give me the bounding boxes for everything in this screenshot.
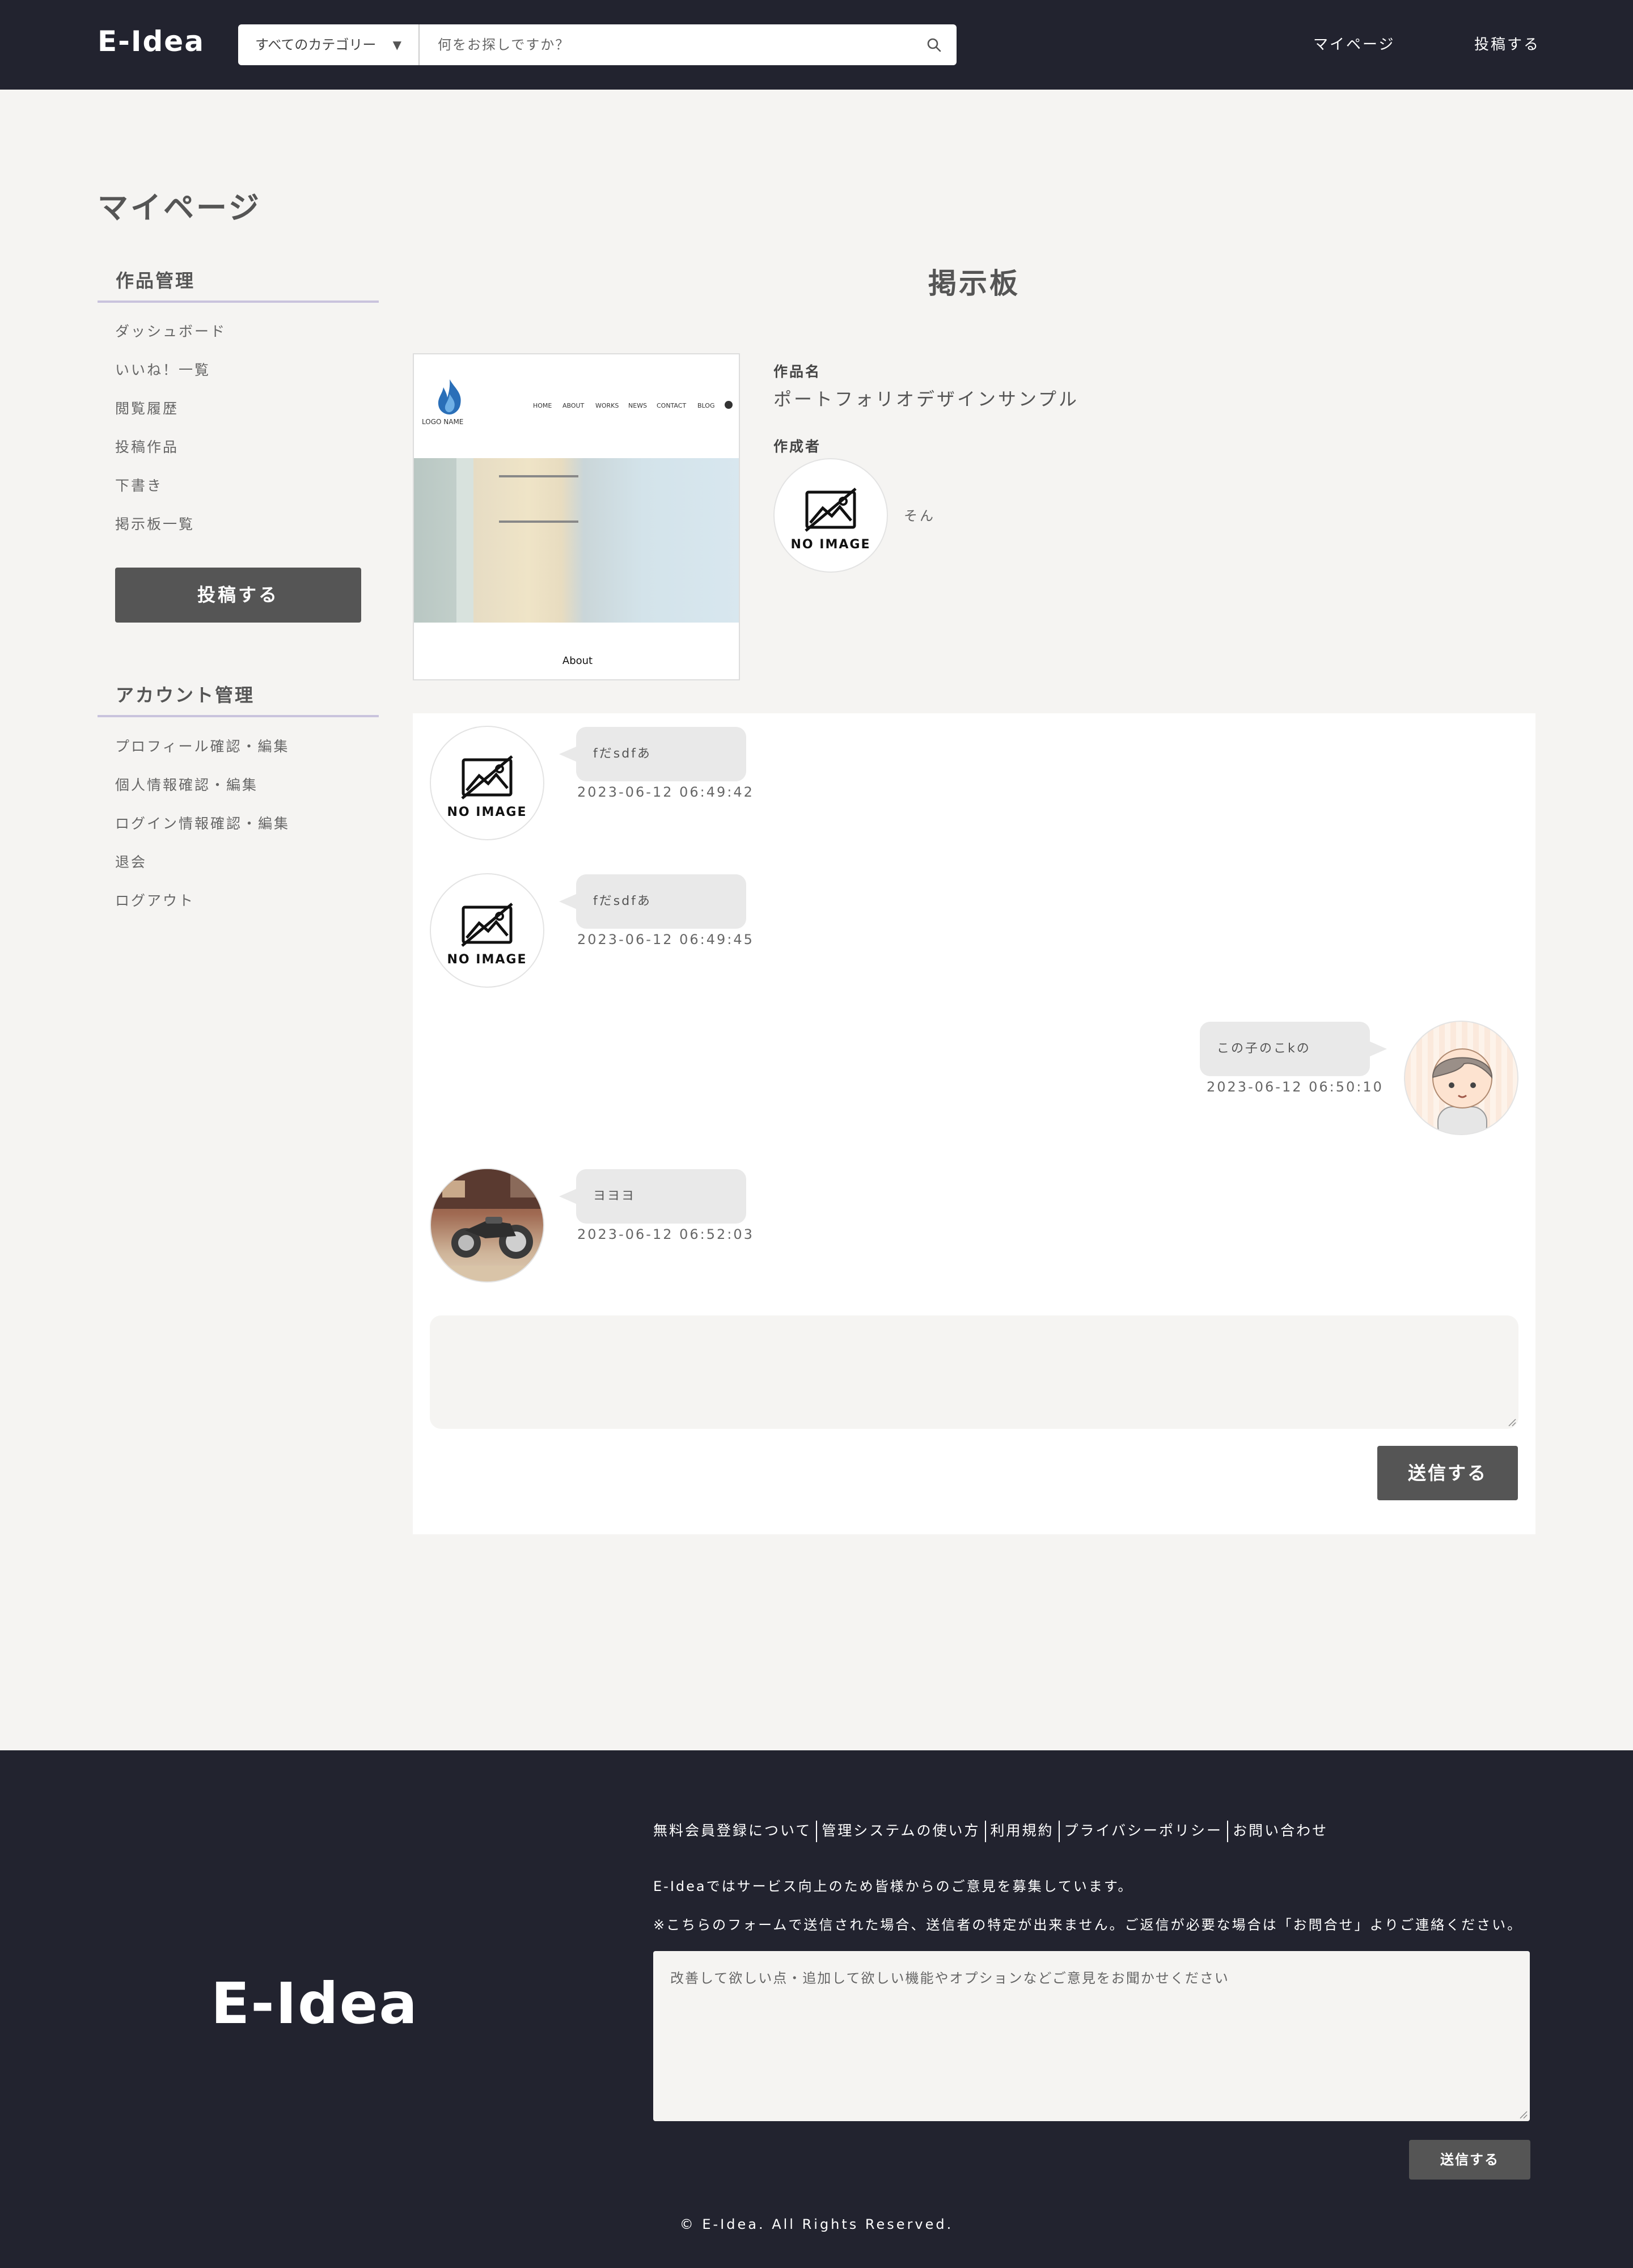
nav-post[interactable]: 投稿する [1474,33,1540,54]
no-image-icon [461,755,513,799]
message-avatar-cartoon[interactable] [1404,1021,1518,1135]
message-avatar[interactable]: NO IMAGE [430,726,544,840]
sidebar-post-button[interactable]: 投稿する [115,568,361,623]
thumbnail-circle-icon [725,401,733,409]
footer-note: E-Ideaではサービス向上のため皆様からのご意見を募集しています。 [653,1878,1133,1894]
sidebar-item-history[interactable]: 閲覧履歴 [115,397,179,418]
sidebar-heading-works: 作品管理 [98,266,379,303]
resize-handle-icon[interactable] [1507,1417,1516,1427]
sidebar-item-drafts[interactable]: 下書き [115,475,163,495]
send-message-button[interactable]: 送信する [1377,1446,1518,1500]
search-icon[interactable] [926,37,942,53]
chat-panel: NO IMAGE fだsdfあ 2023-06-12 06:49:42 NO I… [413,713,1535,1534]
sidebar-item-dashboard[interactable]: ダッシュボード [115,320,226,341]
footer-link-signup[interactable]: 無料会員登録について [653,1822,811,1839]
thumbnail-photo [414,458,739,623]
copyright: © E-Idea. All Rights Reserved. [679,2216,954,2232]
message-bubble: fだsdfあ [559,874,746,929]
message-bubble: ヨヨヨ [559,1169,746,1224]
no-image-icon [461,903,513,947]
sidebar-item-logout[interactable]: ログアウト [115,890,194,910]
footer-link-contact[interactable]: お問い合わせ [1233,1822,1328,1839]
footer-logo[interactable]: E-Idea [211,1970,418,2037]
flame-logo-icon [438,379,461,414]
resize-handle-icon[interactable] [1518,2110,1528,2119]
creator-label: 作成者 [773,438,822,455]
feedback-input[interactable]: 改善して欲しい点・追加して欲しい機能やオプションなどご意見をお聞かせください [653,1951,1530,2121]
footer-link-guide[interactable]: 管理システムの使い方 [822,1822,980,1839]
no-image-text: NO IMAGE [790,538,871,552]
site-logo[interactable]: E-Idea [98,25,205,58]
sidebar-item-login-info[interactable]: ログイン情報確認・編集 [115,813,290,833]
thumbnail-logo-text: LOGO NAME [422,418,464,426]
message-input[interactable] [430,1315,1518,1429]
category-select[interactable]: すべてのカテゴリー ▼ [238,24,420,65]
no-image-text: NO IMAGE [447,805,527,819]
no-image-text: NO IMAGE [447,953,527,967]
thumbnail-section-title: About [562,655,593,667]
cartoon-boy-icon [1432,1048,1493,1134]
thumbnail-nav-contact: CONTACT [657,402,687,409]
sidebar-item-withdraw[interactable]: 退会 [115,851,147,871]
footer-link-divider [816,1821,818,1842]
message-timestamp: 2023-06-12 06:49:42 [577,784,754,800]
footer-link-privacy[interactable]: プライバシーポリシー [1064,1822,1223,1839]
header: E-Idea すべてのカテゴリー ▼ 何をお探しですか？ マイページ 投稿する [0,0,1633,90]
thumbnail-nav-home: HOME [533,402,552,409]
no-image-icon [805,488,857,532]
thumbnail-nav-about: ABOUT [562,402,585,409]
search-bar: すべてのカテゴリー ▼ 何をお探しですか？ [238,24,957,65]
footer-link-divider [1058,1821,1060,1842]
work-thumbnail[interactable]: LOGO NAME HOME ABOUT WORKS NEWS CONTACT … [413,353,740,680]
footer-note-warning: ※こちらのフォームで送信された場合、送信者の特定が出来ません。ご返信が必要な場合… [653,1917,1523,1933]
footer-links: 無料会員登録について 管理システムの使い方 利用規約 プライバシーポリシー お問い合わせ [653,1820,1328,1842]
message-timestamp: 2023-06-12 06:50:10 [1207,1079,1384,1095]
sidebar-item-personal-info[interactable]: 個人情報確認・編集 [115,774,258,794]
sidebar-item-profile[interactable]: プロフィール確認・編集 [115,735,290,756]
board-title: 掲示板 [928,267,1020,300]
sidebar-item-boards[interactable]: 掲示板一覧 [115,513,194,534]
message-avatar-photo[interactable] [430,1168,544,1283]
message-bubble: この子のこkの [1200,1022,1387,1076]
footer: E-Idea 無料会員登録について 管理システムの使い方 利用規約 プライバシーポリシ… [0,1750,1633,2268]
thumbnail-nav-news: NEWS [628,402,648,409]
message-avatar[interactable]: NO IMAGE [430,873,544,988]
search-input[interactable]: 何をお探しですか？ [438,24,570,65]
message-timestamp: 2023-06-12 06:52:03 [577,1226,754,1242]
page-title: マイページ [98,190,261,226]
sidebar-item-likes[interactable]: いいね！一覧 [115,359,210,379]
footer-link-divider [984,1821,986,1842]
nav-mypage[interactable]: マイページ [1313,33,1395,54]
creator-avatar[interactable]: NO IMAGE [773,458,888,573]
creator-name[interactable]: そん [904,505,936,524]
message-bubble: fだsdfあ [559,727,746,781]
thumbnail-nav-blog: BLOG [697,402,715,409]
work-name: ポートフォリオデザインサンプル [773,388,1080,410]
footer-link-divider [1227,1821,1229,1842]
footer-link-terms[interactable]: 利用規約 [991,1822,1054,1839]
chevron-down-icon: ▼ [392,38,401,52]
motorcycle-photo-icon [431,1169,543,1281]
thumbnail-nav-works: WORKS [595,402,619,409]
category-select-value: すべてのカテゴリー [255,37,376,53]
work-name-label: 作品名 [773,363,822,380]
feedback-send-button[interactable]: 送信する [1409,2140,1530,2180]
sidebar-heading-account: アカウント管理 [98,681,379,717]
message-timestamp: 2023-06-12 06:49:45 [577,932,754,947]
feedback-placeholder: 改善して欲しい点・追加して欲しい機能やオプションなどご意見をお聞かせください [670,1970,1229,1986]
sidebar-item-posts[interactable]: 投稿作品 [115,436,179,456]
